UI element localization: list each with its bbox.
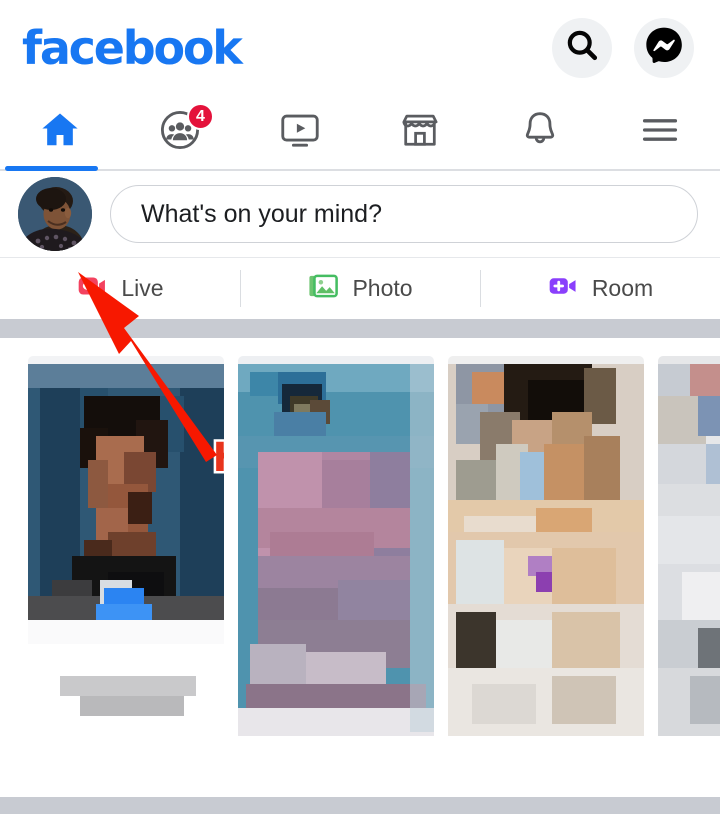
top-bar-actions [552,17,694,78]
tab-notifications[interactable] [480,95,600,169]
stories-carousel[interactable]: H [0,338,720,736]
hamburger-menu-icon [638,108,682,157]
navigation-tab-bar: 4 [0,95,720,171]
tab-menu[interactable] [600,95,720,169]
action-room[interactable]: Room [480,258,720,319]
story-card-3[interactable] [448,356,644,736]
tab-watch[interactable] [240,95,360,169]
story-thumbnail-2 [238,356,434,736]
live-video-icon [76,270,108,307]
story-overlay-logo: H [210,436,224,481]
story-card-1[interactable]: H [28,356,224,736]
story-thumbnail-3 [448,356,644,736]
video-room-icon [547,270,579,307]
story-thumbnail-1 [28,356,224,736]
post-composer: What's on your mind? [0,171,720,257]
avatar-photo [18,177,92,251]
action-live-label: Live [121,275,164,301]
story-thumbnail-4 [658,356,720,736]
action-photo-label: Photo [352,275,413,301]
facebook-mobile-screen: facebook 4 What's on your mind? Live Pho… [0,0,720,814]
story-card-4[interactable] [658,356,720,736]
watch-video-icon [278,108,322,157]
composer-action-row: Live Photo Room [0,257,720,319]
composer-input[interactable]: What's on your mind? [110,185,698,243]
active-tab-underline [5,166,98,171]
action-photo[interactable]: Photo [240,258,480,319]
tab-home[interactable] [0,95,120,171]
tab-marketplace[interactable] [360,95,480,169]
search-button[interactable] [552,17,612,78]
search-icon [564,27,600,68]
tab-friends[interactable]: 4 [120,95,240,169]
section-divider [0,319,720,338]
messenger-button[interactable] [634,17,694,78]
profile-avatar[interactable] [18,177,92,251]
top-bar: facebook [0,0,720,95]
messenger-icon [644,25,684,70]
bottom-section-divider [0,797,720,814]
action-live[interactable]: Live [0,258,240,319]
action-room-label: Room [591,275,654,301]
story-card-2[interactable] [238,356,434,736]
friends-request-badge: 4 [187,103,214,130]
home-icon [38,108,82,157]
bell-icon [518,108,562,157]
composer-placeholder: What's on your mind? [141,199,382,228]
photo-gallery-icon [307,270,339,307]
facebook-logo[interactable]: facebook [22,25,243,71]
marketplace-store-icon [398,108,442,157]
